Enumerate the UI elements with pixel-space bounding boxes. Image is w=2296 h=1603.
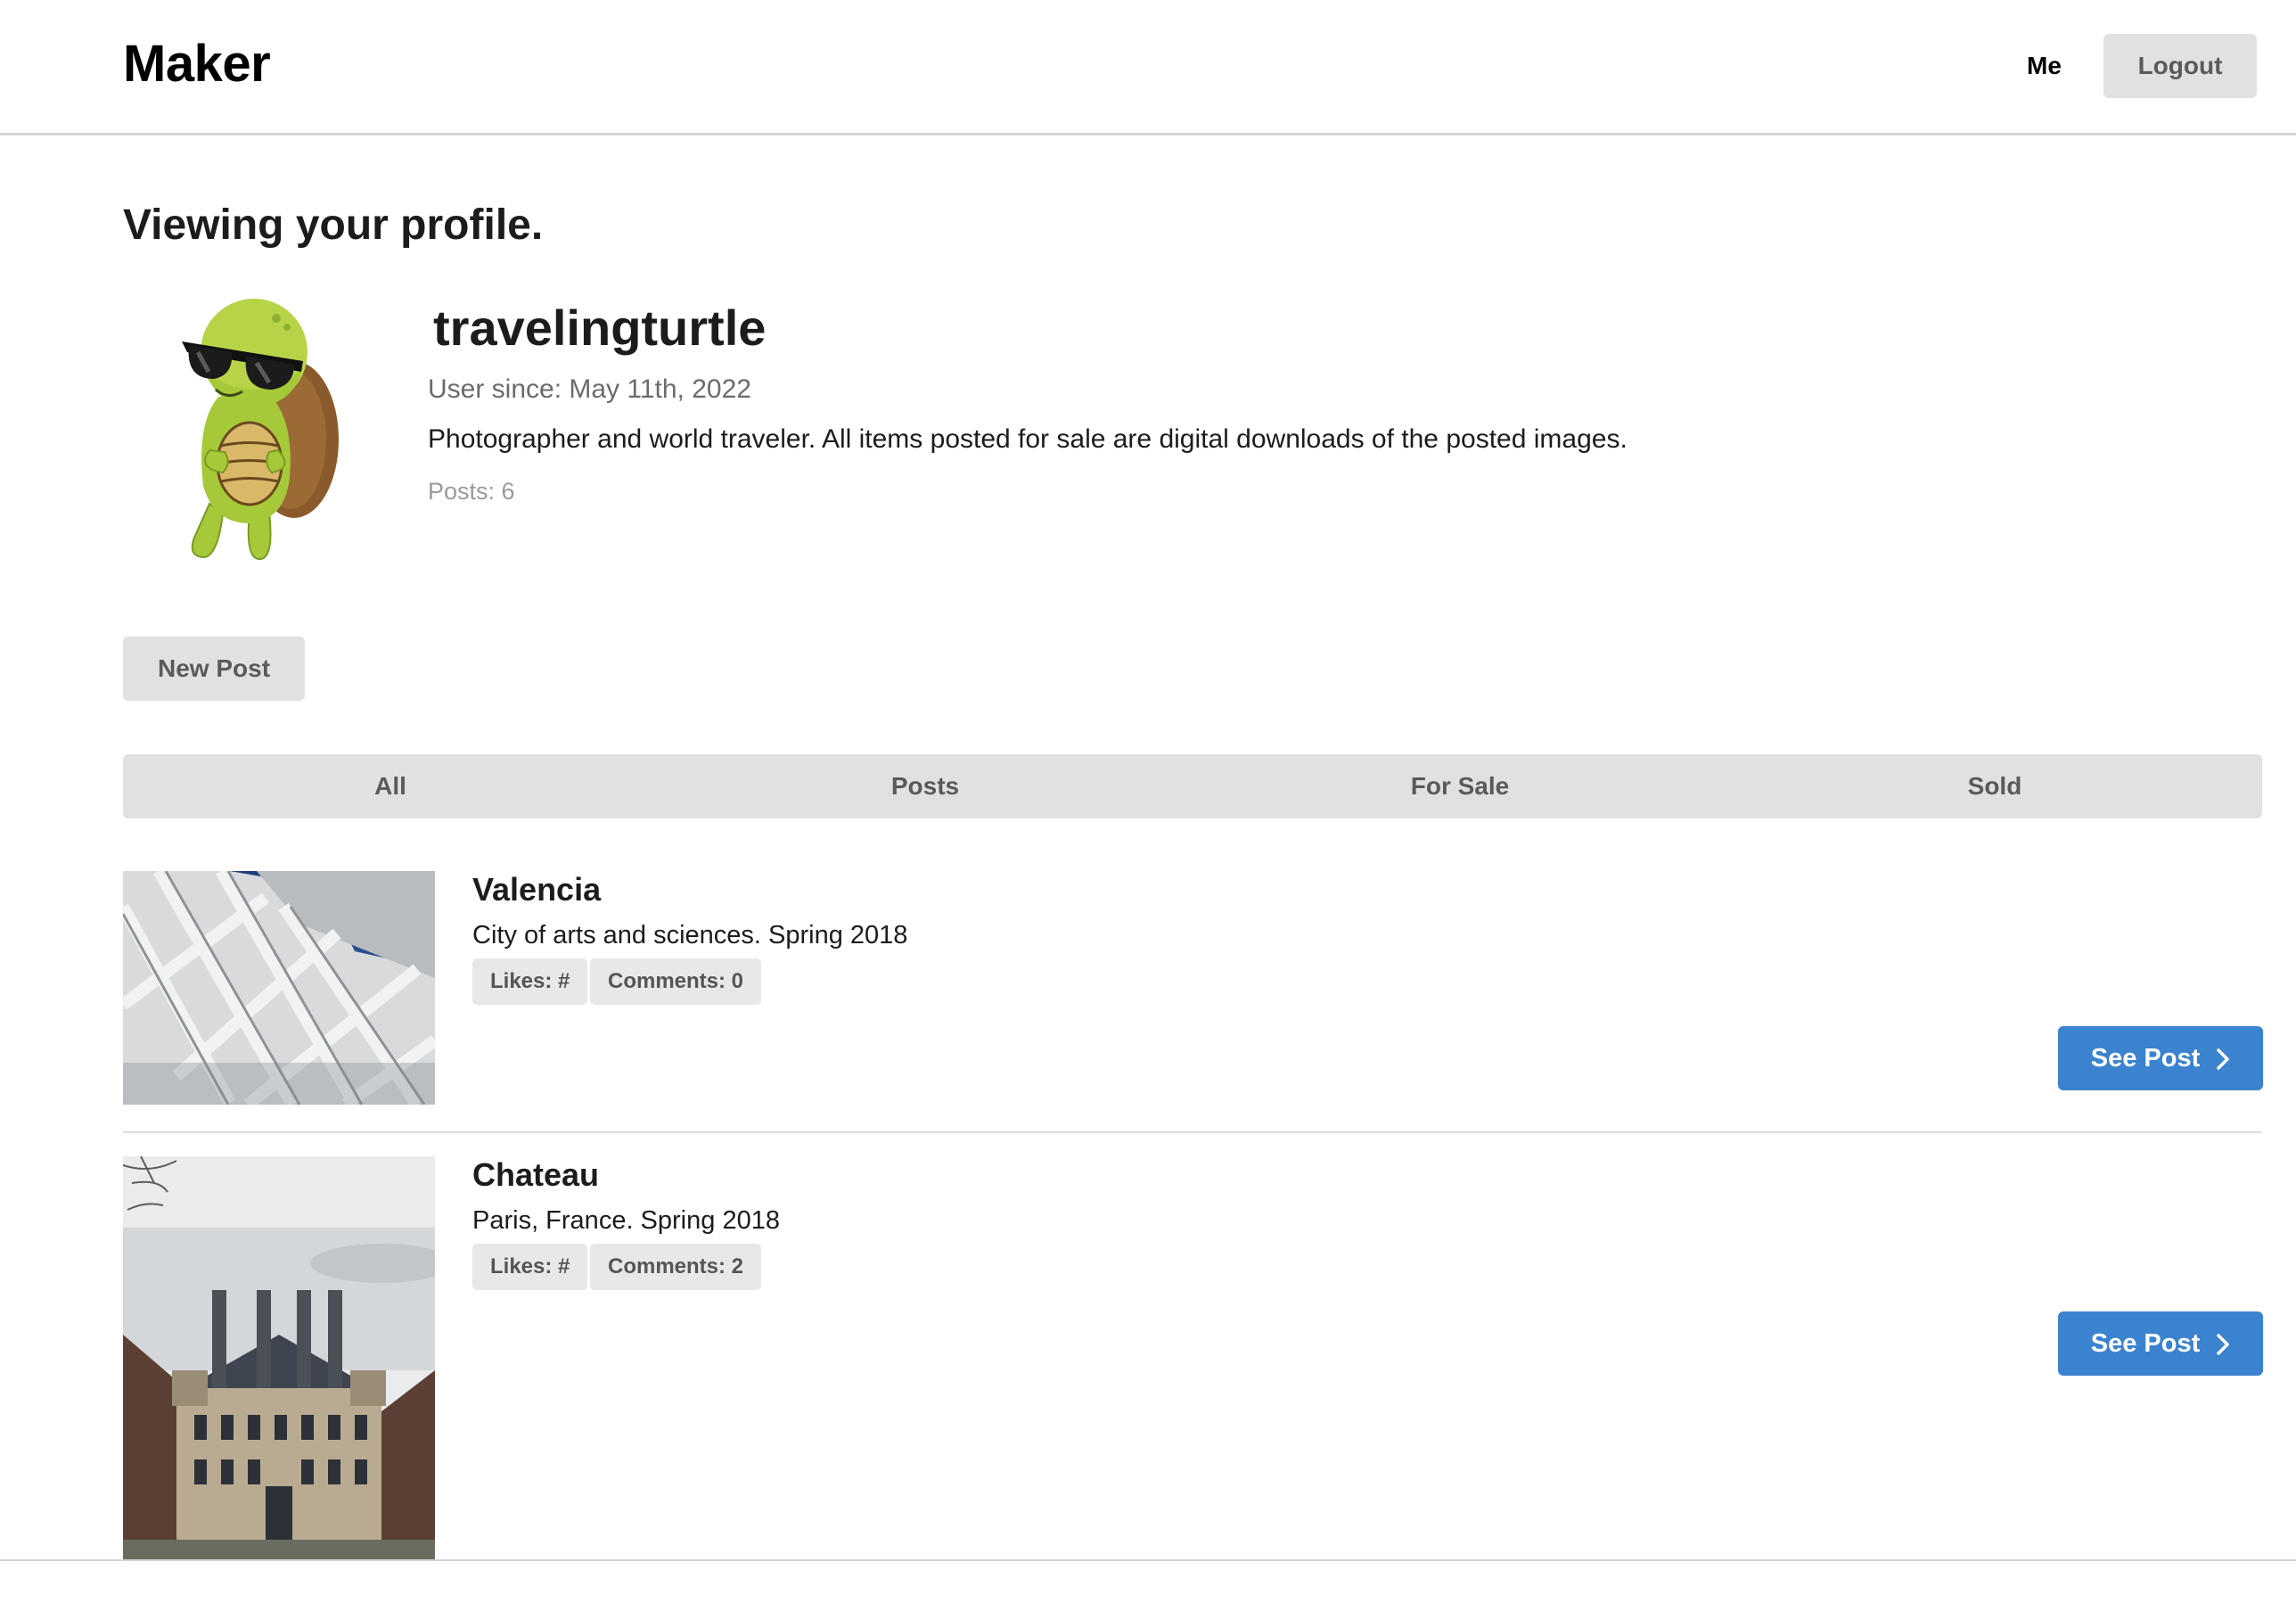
posts-count: Posts: 6 [428,478,515,505]
avatar [169,290,370,566]
comments-badge: Comments: 0 [590,958,762,1005]
see-post-button[interactable]: See Post [2058,1026,2263,1090]
brand-logo[interactable]: Maker [123,34,271,94]
see-post-label: See Post [2090,1044,2201,1073]
new-post-button[interactable]: New Post [123,637,305,701]
likes-badge: Likes: # [472,958,588,1005]
tab-all[interactable]: All [123,754,658,818]
user-bio: Photographer and world traveler. All ite… [428,424,1628,454]
turtle-avatar-image [182,299,339,561]
post-title[interactable]: Chateau [472,1156,599,1194]
post-title[interactable]: Valencia [472,871,601,908]
see-post-label: See Post [2090,1329,2201,1358]
post-description: City of arts and sciences. Spring 2018 [472,921,908,949]
likes-badge: Likes: # [472,1244,588,1290]
list-item: Valencia City of arts and sciences. Spri… [123,871,2263,1133]
logout-button[interactable]: Logout [2103,34,2257,98]
list-item: Chateau Paris, France. Spring 2018 Likes… [123,1156,2263,1560]
username: travelingturtle [433,300,767,356]
post-thumbnail[interactable] [123,1156,435,1559]
chevron-right-icon [2217,1334,2229,1356]
chateau-photo [123,1156,435,1559]
page-bottom-divider [0,1559,2296,1561]
post-thumbnail[interactable] [123,871,435,1105]
tab-posts[interactable]: Posts [658,754,1193,818]
post-description: Paris, France. Spring 2018 [472,1206,780,1235]
user-since-text: User since: May 11th, 2022 [428,374,751,404]
valencia-photo [123,871,435,1105]
top-nav: Maker Me Logout [0,0,2296,136]
page-title: Viewing your profile. [123,201,544,249]
nav-me-link[interactable]: Me [2005,34,2083,98]
tab-sold[interactable]: Sold [1727,754,2262,818]
chevron-right-icon [2217,1048,2229,1071]
tab-for-sale[interactable]: For Sale [1193,754,1727,818]
comments-badge: Comments: 2 [590,1244,762,1290]
see-post-button[interactable]: See Post [2058,1311,2263,1376]
filter-tabs: All Posts For Sale Sold [123,754,2262,818]
